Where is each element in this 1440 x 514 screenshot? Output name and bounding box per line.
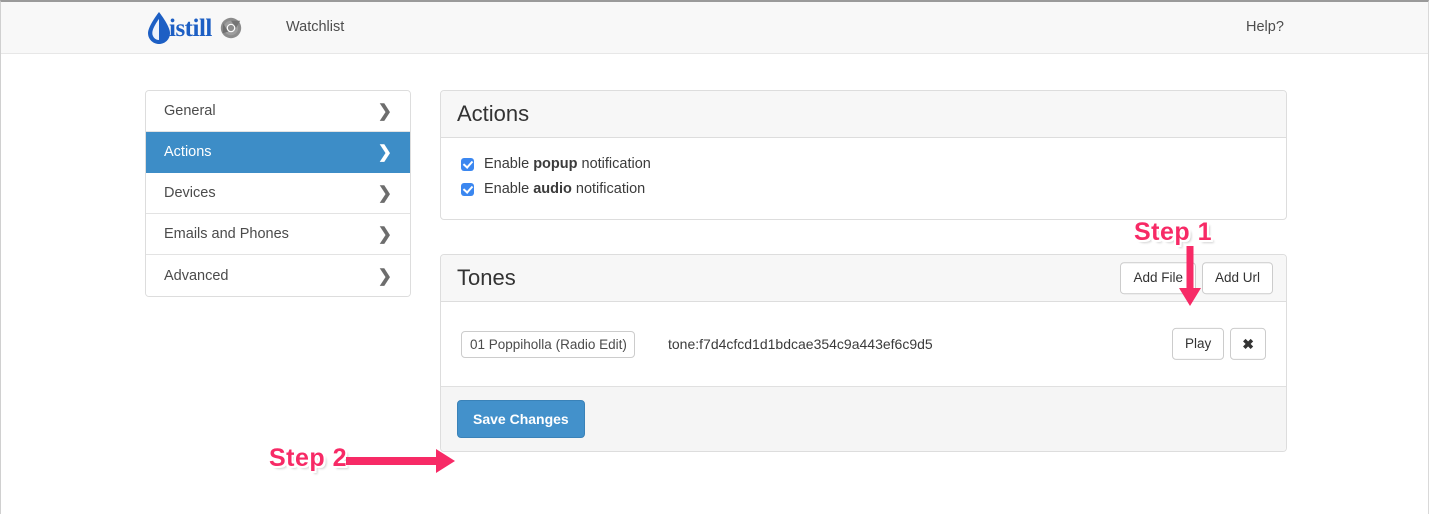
chevron-right-icon: ❯ bbox=[377, 266, 392, 285]
chevron-right-icon: ❯ bbox=[377, 183, 392, 203]
label-prefix: Enable bbox=[484, 181, 534, 197]
chevron-right-icon: ❯ bbox=[377, 101, 392, 121]
label-bold: popup bbox=[533, 156, 578, 172]
sidebar-item-actions[interactable]: Actions ❯ bbox=[146, 132, 410, 173]
tones-panel-footer: Save Changes bbox=[441, 386, 1286, 452]
tone-hash-text: tone:f7d4cfcd1d1bdcae354c9a443ef6c9d5 bbox=[668, 336, 933, 352]
annotation-step-2-label: Step 2 bbox=[269, 444, 348, 472]
sidebar-item-label: Advanced bbox=[164, 267, 229, 284]
actions-panel: Actions Enable popup notification Enable… bbox=[440, 90, 1287, 220]
popup-notification-checkbox[interactable] bbox=[461, 157, 474, 171]
page-title: Actions bbox=[457, 101, 530, 126]
chrome-icon bbox=[212, 17, 242, 39]
sidebar-item-label: Actions bbox=[164, 144, 212, 160]
brand-name: istill bbox=[169, 14, 212, 42]
sidebar-item-advanced[interactable]: Advanced ❯ bbox=[146, 255, 410, 296]
popup-notification-label: Enable popup notification bbox=[484, 156, 651, 172]
chevron-right-icon: ❯ bbox=[377, 224, 392, 244]
page-outer-right-margin bbox=[1430, 0, 1440, 514]
sidebar-item-label: Emails and Phones bbox=[164, 226, 289, 242]
add-url-button[interactable]: Add Url bbox=[1201, 262, 1273, 294]
tone-list-item: tone:f7d4cfcd1d1bdcae354c9a443ef6c9d5 Pl… bbox=[441, 302, 1286, 386]
label-suffix: notification bbox=[577, 156, 651, 172]
brand-logo[interactable]: istill bbox=[146, 8, 242, 48]
popup-notification-row[interactable]: Enable popup notification bbox=[461, 156, 1266, 172]
label-bold: audio bbox=[533, 181, 572, 197]
tones-panel: Tones Add File Add Url tone:f7d4cfcd1d1b… bbox=[440, 254, 1287, 453]
tone-name-input[interactable] bbox=[461, 330, 635, 358]
tone-row-actions: Play ✖ bbox=[1172, 327, 1266, 361]
play-button[interactable]: Play bbox=[1172, 327, 1225, 361]
sidebar-item-general[interactable]: General ❯ bbox=[146, 91, 410, 132]
nav-watchlist-link[interactable]: Watchlist bbox=[286, 19, 344, 35]
sidebar-item-devices[interactable]: Devices ❯ bbox=[146, 173, 410, 214]
label-prefix: Enable bbox=[484, 156, 534, 172]
audio-notification-label: Enable audio notification bbox=[484, 181, 645, 197]
settings-sidebar: General ❯ Actions ❯ Devices ❯ Emails and… bbox=[145, 90, 411, 297]
browser-page: istill Watchlist Help? General ❯ Actions… bbox=[0, 0, 1429, 514]
add-file-button[interactable]: Add File bbox=[1120, 262, 1196, 294]
sidebar-item-label: General bbox=[164, 103, 216, 119]
sidebar-item-label: Devices bbox=[164, 185, 216, 201]
chevron-right-icon: ❯ bbox=[377, 142, 392, 162]
audio-notification-row[interactable]: Enable audio notification bbox=[461, 181, 1266, 197]
nav-help-link[interactable]: Help? bbox=[1246, 19, 1284, 35]
remove-tone-button[interactable]: ✖ bbox=[1230, 327, 1266, 361]
annotation-step-1-label: Step 1 bbox=[1134, 218, 1213, 246]
actions-panel-header: Actions bbox=[441, 91, 1286, 138]
sidebar-item-emails-and-phones[interactable]: Emails and Phones ❯ bbox=[146, 214, 410, 255]
tones-title: Tones bbox=[457, 265, 516, 290]
annotation-step-2-arrow-icon bbox=[346, 446, 456, 481]
top-navbar: istill Watchlist Help? bbox=[1, 2, 1428, 54]
label-suffix: notification bbox=[571, 181, 646, 197]
tones-header-buttons: Add File Add Url bbox=[1120, 262, 1273, 294]
save-changes-button[interactable]: Save Changes bbox=[457, 400, 585, 439]
actions-panel-body: Enable popup notification Enable audio n… bbox=[441, 138, 1286, 219]
tones-panel-header: Tones Add File Add Url bbox=[441, 255, 1286, 302]
audio-notification-checkbox[interactable] bbox=[461, 182, 474, 196]
